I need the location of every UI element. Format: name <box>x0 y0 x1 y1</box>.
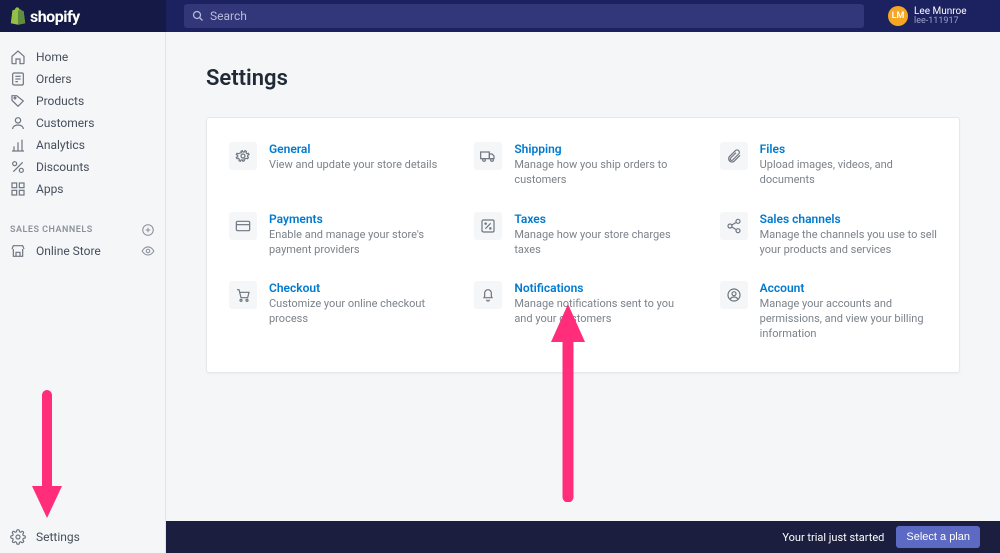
sidebar-item-products[interactable]: Products <box>0 90 165 112</box>
tile-general[interactable]: General View and update your store detai… <box>229 142 446 188</box>
tile-payments[interactable]: Payments Enable and manage your store's … <box>229 212 446 258</box>
page-title: Settings <box>206 66 960 91</box>
settings-card: General View and update your store detai… <box>206 117 960 373</box>
search-icon <box>192 10 204 22</box>
tile-desc: Upload images, videos, and documents <box>760 158 937 188</box>
chart-icon <box>10 137 26 153</box>
tile-sales-channels[interactable]: Sales channels Manage the channels you u… <box>720 212 937 258</box>
user-name: Lee Munroe <box>914 7 967 17</box>
tile-desc: Customize your online checkout process <box>269 297 446 327</box>
select-plan-button[interactable]: Select a plan <box>896 526 980 548</box>
nav-label: Home <box>36 50 68 64</box>
trial-text: Your trial just started <box>782 531 884 544</box>
tile-title: Shipping <box>514 142 691 157</box>
bell-icon <box>474 281 502 309</box>
tile-title: Checkout <box>269 281 446 296</box>
home-icon <box>10 49 26 65</box>
percent-icon <box>10 159 26 175</box>
tile-title: Payments <box>269 212 446 227</box>
tile-desc: View and update your store details <box>269 158 446 173</box>
tile-title: General <box>269 142 446 157</box>
sidebar-item-discounts[interactable]: Discounts <box>0 156 165 178</box>
tile-notifications[interactable]: Notifications Manage notifications sent … <box>474 281 691 342</box>
tag-icon <box>10 93 26 109</box>
nav-label: Orders <box>36 72 72 86</box>
tile-desc: Manage your accounts and permissions, an… <box>760 297 937 342</box>
tile-title: Account <box>760 281 937 296</box>
section-label: SALES CHANNELS <box>10 225 93 235</box>
search-input[interactable]: Search <box>184 4 864 28</box>
nav-label: Analytics <box>36 138 85 152</box>
brand-name: shopify <box>30 7 80 26</box>
truck-icon <box>474 142 502 170</box>
eye-icon[interactable] <box>141 244 155 258</box>
gear-icon <box>229 142 257 170</box>
share-icon <box>720 212 748 240</box>
search-placeholder: Search <box>210 9 247 23</box>
tile-desc: Manage notifications sent to you and you… <box>514 297 691 327</box>
user-circle-icon <box>720 281 748 309</box>
paperclip-icon <box>720 142 748 170</box>
tile-files[interactable]: Files Upload images, videos, and documen… <box>720 142 937 188</box>
sidebar-item-analytics[interactable]: Analytics <box>0 134 165 156</box>
tile-account[interactable]: Account Manage your accounts and permiss… <box>720 281 937 342</box>
nav-label: Customers <box>36 116 94 130</box>
sidebar-item-customers[interactable]: Customers <box>0 112 165 134</box>
tile-taxes[interactable]: Taxes Manage how your store charges taxe… <box>474 212 691 258</box>
user-menu[interactable]: LM Lee Munroe lee-111917 <box>888 0 1000 32</box>
nav-label: Products <box>36 94 84 108</box>
main: Settings General View and update your st… <box>166 32 1000 521</box>
avatar: LM <box>888 6 908 26</box>
store-icon <box>10 243 26 259</box>
nav-label: Discounts <box>36 160 89 174</box>
tile-desc: Enable and manage your store's payment p… <box>269 228 446 258</box>
tile-title: Taxes <box>514 212 691 227</box>
tile-desc: Manage how you ship orders to customers <box>514 158 691 188</box>
cart-icon <box>229 281 257 309</box>
tile-checkout[interactable]: Checkout Customize your online checkout … <box>229 281 446 342</box>
sidebar: Home Orders Products Customers Analytics… <box>0 32 166 521</box>
person-icon <box>10 115 26 131</box>
tile-desc: Manage how your store charges taxes <box>514 228 691 258</box>
tile-shipping[interactable]: Shipping Manage how you ship orders to c… <box>474 142 691 188</box>
add-channel-icon[interactable] <box>141 223 155 237</box>
orders-icon <box>10 71 26 87</box>
sidebar-item-online-store[interactable]: Online Store <box>0 240 165 262</box>
sales-channels-header: SALES CHANNELS <box>0 220 165 240</box>
percent-box-icon <box>474 212 502 240</box>
tile-title: Notifications <box>514 281 691 296</box>
nav-label: Settings <box>36 530 80 544</box>
trial-bar: Your trial just started Select a plan <box>166 521 1000 553</box>
sidebar-item-apps[interactable]: Apps <box>0 178 165 200</box>
sidebar-item-home[interactable]: Home <box>0 46 165 68</box>
gear-icon <box>10 529 26 545</box>
card-icon <box>229 212 257 240</box>
topbar: shopify Search LM Lee Munroe lee-111917 <box>0 0 1000 32</box>
tile-title: Sales channels <box>760 212 937 227</box>
tile-title: Files <box>760 142 937 157</box>
grid-icon <box>10 181 26 197</box>
nav-label: Apps <box>36 182 64 196</box>
tile-desc: Manage the channels you use to sell your… <box>760 228 937 258</box>
sidebar-item-settings[interactable]: Settings <box>0 521 166 553</box>
sidebar-item-orders[interactable]: Orders <box>0 68 165 90</box>
logo[interactable]: shopify <box>0 0 166 32</box>
nav-label: Online Store <box>36 244 101 258</box>
user-sub: lee-111917 <box>914 17 967 26</box>
shopify-bag-icon <box>10 7 26 25</box>
